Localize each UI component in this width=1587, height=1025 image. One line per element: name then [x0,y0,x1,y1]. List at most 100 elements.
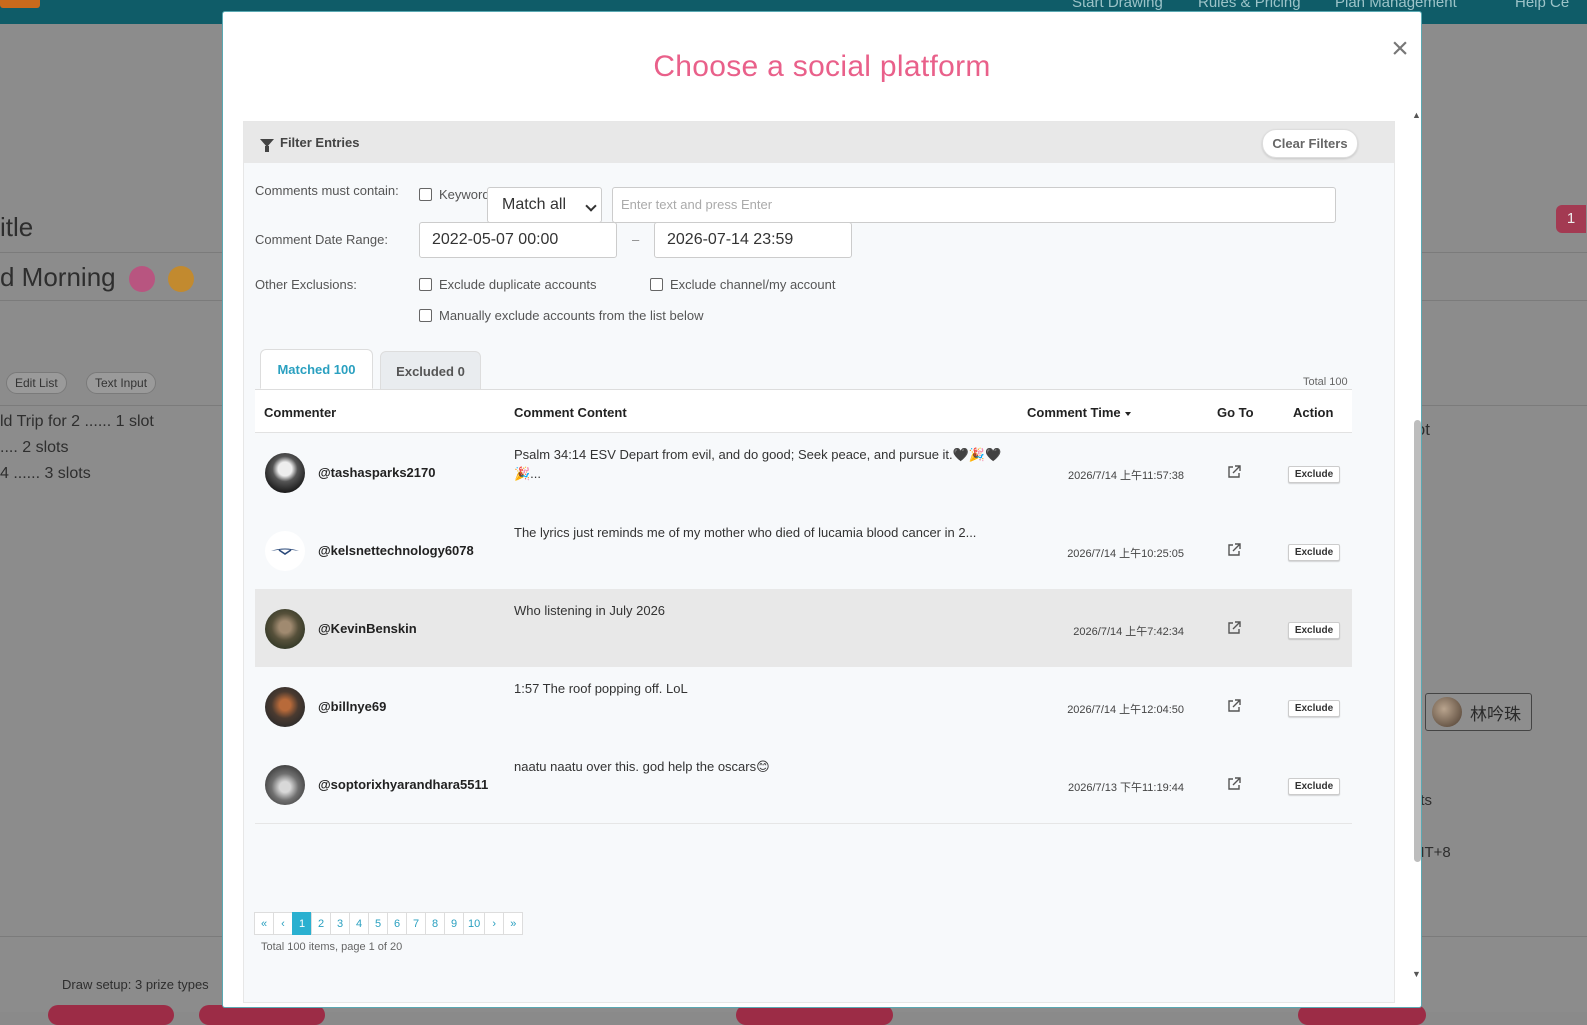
filter-title: Filter Entries [260,135,360,152]
comment-content: 1:57 The roof popping off. LoL [514,681,688,696]
filter-funnel-icon [260,138,274,152]
bg-nav-help: Help Ce [1515,0,1570,11]
manual-exclude-label: Manually exclude accounts from the list … [439,308,704,323]
commenter-name: @KevinBenskin [318,621,417,636]
scroll-up-icon[interactable]: ▲ [1412,110,1421,120]
date-to-input[interactable]: 2026-07-14 23:59 [654,222,852,258]
page-last[interactable]: » [503,912,524,935]
page-1[interactable]: 1 [292,912,312,935]
page-6[interactable]: 6 [387,912,407,935]
comment-content: The lyrics just reminds me of my mother … [514,525,977,540]
keyword-input[interactable]: Enter text and press Enter [612,187,1336,223]
date-from-input[interactable]: 2022-05-07 00:00 [419,222,617,258]
bg-nav-plan: Plan Management [1335,0,1457,11]
scroll-down-icon[interactable]: ▼ [1412,969,1421,979]
page-prev[interactable]: ‹ [273,912,293,935]
header-time-text: Comment Time [1027,405,1121,420]
flower-emoji-icon [128,266,155,293]
close-icon[interactable]: × [1385,34,1415,64]
manual-exclude-checkbox[interactable] [419,309,432,322]
page-8[interactable]: 8 [425,912,445,935]
match-mode-select[interactable]: Match all [487,187,602,223]
external-link-icon[interactable] [1227,465,1241,479]
sort-desc-icon [1124,411,1131,416]
bg-text-input-button: Text Input [86,372,157,394]
external-link-icon[interactable] [1227,621,1241,635]
background-logo [0,0,40,8]
header-action: Action [1293,405,1334,420]
page-2[interactable]: 2 [311,912,331,935]
keyword-checkbox-group[interactable]: Keyword [419,187,490,202]
date-range-label: Comment Date Range: [255,232,388,247]
header-content[interactable]: Comment Content [514,405,627,420]
avatar [265,453,305,493]
table-row: @tashasparks2170 Psalm 34:14 ESV Depart … [255,433,1352,512]
table-row: @soptorixhyarandhara5511 naatu naatu ove… [255,745,1352,824]
exclude-duplicates-checkbox[interactable] [419,278,432,291]
page-5[interactable]: 5 [368,912,388,935]
exclude-button[interactable]: Exclude [1288,778,1340,795]
comment-time: 2026/7/14 上午10:25:05 [1067,548,1184,560]
exclude-channel-label: Exclude channel/my account [670,277,836,292]
date-range-separator: – [632,232,640,247]
sunglasses-emoji-icon [168,266,195,293]
page-first[interactable]: « [254,912,274,935]
comments-must-contain-label: Comments must contain: [255,183,399,198]
tab-excluded[interactable]: Excluded 0 [380,351,481,391]
bg-prize-2: .... 2 slots [0,439,69,456]
page-3[interactable]: 3 [330,912,350,935]
other-exclusions-label: Other Exclusions: [255,277,357,292]
bg-pill-4 [1298,1005,1426,1025]
tab-matched[interactable]: Matched 100 [260,349,373,389]
modal-title: Choose a social platform [653,50,991,83]
external-link-icon[interactable] [1227,699,1241,713]
exclude-button[interactable]: Exclude [1288,466,1340,483]
chevron-down-icon [585,200,597,212]
exclude-button[interactable]: Exclude [1288,700,1340,717]
avatar [265,531,305,571]
bg-draw-setup: Draw setup: 3 prize types [62,977,209,992]
bg-badge: 1 [1556,205,1586,233]
external-link-icon[interactable] [1227,777,1241,791]
avatar [265,687,305,727]
bg-nav-rules: Rules & Pricing [1198,0,1301,11]
pagination: « ‹ 1 2 3 4 5 6 7 8 9 10 › » [254,912,524,935]
clear-filters-button[interactable]: Clear Filters [1262,129,1358,158]
commenter-name: @soptorixhyarandhara5511 [318,777,489,792]
table-row: @KevinBenskin Who listening in July 2026… [255,589,1352,668]
header-goto: Go To [1217,405,1254,420]
comment-content: Who listening in July 2026 [514,603,666,618]
filter-title-text: Filter Entries [280,135,360,150]
page-next[interactable]: › [484,912,505,935]
total-count: Total 100 [1303,376,1348,388]
table-row: @billnye69 1:57 The roof popping off. Lo… [255,667,1352,746]
avatar [265,765,305,805]
external-link-icon[interactable] [1227,543,1241,557]
bg-prize-3: 4 ...... 3 slots [0,465,91,482]
keyword-label: Keyword [439,187,490,202]
bg-title: itle [0,212,34,242]
bg-chip-avatar [1432,697,1462,727]
page-9[interactable]: 9 [444,912,464,935]
bg-subtitle-text: d Morning [0,262,116,292]
header-time[interactable]: Comment Time [1027,405,1131,420]
exclude-button[interactable]: Exclude [1288,622,1340,639]
exclude-channel-group[interactable]: Exclude channel/my account [650,277,835,292]
exclude-channel-checkbox[interactable] [650,278,663,291]
page-7[interactable]: 7 [406,912,426,935]
page-4[interactable]: 4 [349,912,369,935]
comment-time: 2026/7/14 上午7:42:34 [1073,626,1184,638]
manual-exclude-group[interactable]: Manually exclude accounts from the list … [419,308,703,323]
match-mode-value: Match all [502,196,567,213]
bg-user-chip: 林吟珠 [1425,693,1532,731]
keyword-checkbox[interactable] [419,188,432,201]
page-10[interactable]: 10 [463,912,486,935]
commenter-name: @kelsnettechnology6078 [318,543,474,558]
header-commenter[interactable]: Commenter [264,405,336,420]
exclude-button[interactable]: Exclude [1288,544,1340,561]
bg-subtitle: d Morning [0,262,195,293]
bg-pill-3 [736,1005,893,1025]
exclude-duplicates-group[interactable]: Exclude duplicate accounts [419,277,597,292]
modal-scrollbar-thumb[interactable] [1414,420,1421,862]
comment-time: 2026/7/14 上午12:04:50 [1067,704,1184,716]
